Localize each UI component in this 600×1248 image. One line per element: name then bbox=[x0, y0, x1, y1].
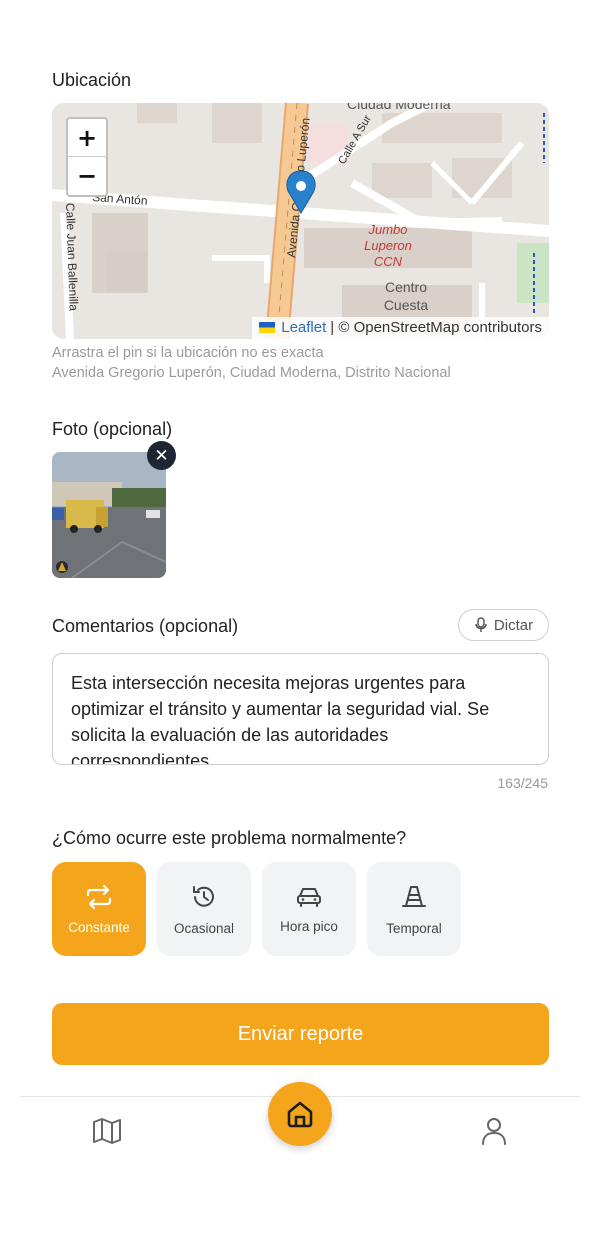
photo-label: Foto (opcional) bbox=[52, 419, 173, 439]
zoom-in-button[interactable]: + bbox=[68, 119, 106, 157]
option-constante[interactable]: Constante bbox=[52, 862, 146, 956]
dictate-label: Dictar bbox=[493, 616, 534, 634]
map-label-poi1-line1: Jumbo bbox=[367, 222, 407, 237]
map-icon bbox=[93, 1118, 121, 1144]
map-zoom-control: + − bbox=[66, 117, 108, 197]
history-icon bbox=[193, 885, 214, 907]
nav-profile-button[interactable] bbox=[480, 1116, 508, 1151]
remove-photo-button[interactable]: ✕ bbox=[147, 441, 176, 470]
map-tiles: San Antón Calle Juan Ballenilla Avenida … bbox=[52, 103, 549, 339]
submit-report-button[interactable]: Enviar reporte bbox=[52, 1003, 549, 1065]
option-label: Constante bbox=[68, 919, 130, 935]
comments-label: Comentarios (opcional) bbox=[52, 616, 239, 636]
character-counter: 163/245 bbox=[497, 775, 548, 791]
microphone-icon bbox=[475, 617, 487, 632]
comments-textarea[interactable]: Esta intersección necesita mejoras urgen… bbox=[52, 653, 549, 765]
map-label-poi2-line2: Cuesta bbox=[384, 297, 429, 313]
option-temporal[interactable]: Temporal bbox=[367, 862, 461, 956]
home-icon bbox=[287, 1101, 313, 1128]
attribution-text: | © OpenStreetMap contributors bbox=[330, 319, 542, 336]
user-icon bbox=[482, 1118, 506, 1145]
option-ocasional[interactable]: Ocasional bbox=[157, 862, 251, 956]
map-label-area: Ciudad Moderna bbox=[347, 103, 451, 112]
location-label: Ubicación bbox=[52, 70, 132, 90]
location-address: Avenida Gregorio Luperón, Ciudad Moderna… bbox=[52, 365, 451, 381]
option-hora-pico[interactable]: Hora pico bbox=[262, 862, 356, 956]
photo-thumbnail[interactable] bbox=[52, 452, 166, 578]
repeat-icon bbox=[86, 884, 112, 909]
nav-home-button[interactable] bbox=[268, 1082, 332, 1146]
leaflet-link[interactable]: Leaflet bbox=[281, 319, 326, 336]
option-label: Ocasional bbox=[173, 920, 235, 936]
option-label: Temporal bbox=[386, 920, 442, 936]
dictate-button[interactable]: Dictar bbox=[458, 609, 549, 641]
map-label-poi1-line2: Luperon bbox=[364, 238, 412, 253]
frequency-options: Constante Ocasional Hora pico Temporal bbox=[52, 862, 461, 956]
map-attribution: Leaflet | © OpenStreetMap contributors bbox=[252, 317, 549, 339]
map-label-poi1-line3: CCN bbox=[374, 254, 403, 269]
location-map[interactable]: San Antón Calle Juan Ballenilla Avenida … bbox=[52, 103, 549, 339]
location-hint: Arrastra el pin si la ubicación no es ex… bbox=[52, 345, 324, 361]
traffic-cone-icon bbox=[402, 885, 426, 907]
nav-map-button[interactable] bbox=[92, 1117, 122, 1150]
ukraine-flag-icon bbox=[259, 322, 276, 333]
map-label-poi2-line1: Centro bbox=[385, 279, 427, 295]
frequency-question: ¿Cómo ocurre este problema normalmente? bbox=[52, 828, 407, 848]
option-label: Hora pico bbox=[280, 918, 338, 934]
car-icon bbox=[297, 887, 321, 907]
zoom-out-button[interactable]: − bbox=[68, 157, 106, 195]
